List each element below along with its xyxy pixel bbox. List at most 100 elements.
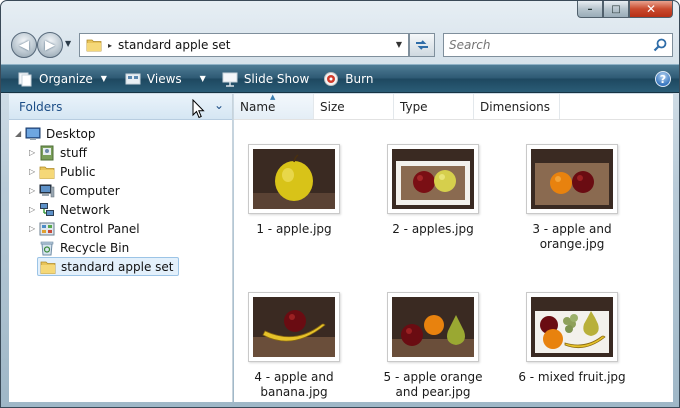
explorer-window: – □ ✕ ◀ ▶ ▼ ▸ standard apple set ▼ Searc…	[0, 0, 680, 408]
organize-dropdown-icon: ▼	[100, 74, 107, 83]
tree-item-label: Network	[60, 202, 111, 217]
forward-arrow-icon: ▶	[45, 37, 55, 53]
sort-ascending-icon: ▲	[270, 93, 276, 101]
network-icon	[40, 202, 54, 216]
burn-icon	[324, 71, 339, 86]
recent-pages-dropdown[interactable]: ▼	[65, 39, 75, 49]
help-icon: ?	[659, 72, 667, 86]
file-thumbnail[interactable]: 2 - apples.jpg	[373, 144, 493, 237]
folder-icon	[39, 166, 55, 179]
address-bar[interactable]: ▸ standard apple set ▼	[79, 33, 409, 57]
slide-show-label: Slide Show	[243, 71, 310, 86]
close-button[interactable]: ✕	[629, 1, 673, 18]
tree-item-label: Desktop	[46, 126, 96, 141]
expand-icon[interactable]: ▷	[29, 205, 39, 214]
help-button[interactable]: ?	[655, 71, 671, 87]
file-thumbnail[interactable]: 6 - mixed fruit.jpg	[512, 292, 632, 385]
computer-icon	[39, 184, 55, 197]
breadcrumb-separator-icon[interactable]: ▸	[108, 41, 112, 50]
expand-icon[interactable]: ▷	[29, 148, 39, 157]
file-name: 3 - apple and orange.jpg	[532, 222, 612, 251]
column-header-label: Size	[320, 99, 345, 114]
mouse-pointer-icon	[192, 99, 205, 119]
tree-item-label: Recycle Bin	[60, 240, 130, 255]
search-input[interactable]	[449, 38, 649, 52]
maximize-button[interactable]: □	[603, 1, 629, 18]
slideshow-icon	[222, 72, 238, 87]
photo-frame	[526, 144, 618, 214]
folder-icon	[86, 39, 102, 52]
tree-item-label: stuff	[60, 145, 87, 160]
organize-icon	[18, 72, 32, 86]
control-panel-icon	[39, 222, 55, 235]
refresh-icon	[416, 40, 428, 50]
search-icon[interactable]	[652, 37, 668, 53]
minimize-button[interactable]: –	[577, 1, 603, 18]
photo-frame	[526, 292, 618, 362]
tree-item-standard-apple-set[interactable]: standard apple set	[37, 257, 179, 276]
refresh-button[interactable]	[409, 33, 435, 57]
file-thumbnail[interactable]: 1 - apple.jpg	[234, 144, 354, 237]
expand-icon[interactable]: ▷	[29, 167, 39, 176]
photo-frame	[387, 144, 479, 214]
file-name: 2 - apples.jpg	[392, 222, 474, 236]
command-bar: Organize ▼ Views ▼ Slide Show Burn ?	[1, 64, 679, 93]
column-header-name[interactable]: ▲ Name	[234, 93, 314, 119]
breadcrumb-current[interactable]: standard apple set	[118, 38, 231, 52]
folder-icon	[40, 261, 56, 274]
slide-show-button[interactable]: Slide Show	[222, 65, 309, 92]
address-dropdown-icon[interactable]: ▼	[396, 40, 402, 49]
chevron-down-icon[interactable]: ⌄	[214, 98, 224, 112]
folders-title: Folders	[19, 99, 63, 114]
photo-apple-orange-pear	[392, 297, 474, 357]
column-headers: ▲ Name Size Type Dimensions	[234, 93, 673, 120]
tree-item-computer[interactable]: ▷ Computer	[29, 181, 120, 200]
expand-icon[interactable]: ▷	[29, 186, 39, 195]
burn-button[interactable]: Burn	[323, 65, 373, 92]
column-header-label: Dimensions	[480, 99, 551, 114]
photo-apples	[392, 149, 474, 209]
file-thumbnail[interactable]: 4 - apple and banana.jpg	[234, 292, 354, 400]
search-box[interactable]	[443, 33, 673, 57]
collapse-icon[interactable]: ◢	[15, 129, 25, 138]
expand-icon[interactable]: ▷	[29, 224, 39, 233]
photo-frame	[248, 144, 340, 214]
navigation-bar: ◀ ▶ ▼ ▸ standard apple set ▼	[9, 31, 673, 59]
tree-item-label: Public	[60, 164, 96, 179]
organize-button[interactable]: Organize ▼	[17, 65, 107, 92]
tree-item-label: Computer	[60, 183, 120, 198]
photo-apple	[253, 149, 335, 209]
tree-item-network[interactable]: ▷ Network	[29, 200, 110, 219]
burn-label: Burn	[345, 71, 374, 86]
views-label: Views	[146, 71, 182, 86]
file-name: 1 - apple.jpg	[256, 222, 332, 236]
tree-item-recycle-bin[interactable]: Recycle Bin	[29, 238, 129, 257]
recycle-bin-icon	[40, 241, 54, 255]
tree-item-label: standard apple set	[61, 259, 174, 274]
column-header-dimensions[interactable]: Dimensions	[474, 94, 560, 119]
folders-header[interactable]: Folders ⌄	[9, 94, 232, 120]
organize-label: Organize	[39, 71, 93, 86]
tree-item-desktop[interactable]: ◢ Desktop	[15, 124, 96, 143]
file-list-pane: ▲ Name Size Type Dimensions 1 - apple.jp…	[234, 93, 673, 402]
back-button[interactable]: ◀	[11, 32, 37, 58]
column-header-type[interactable]: Type	[394, 94, 474, 119]
back-arrow-icon: ◀	[19, 37, 29, 53]
tree-item-public[interactable]: ▷ Public	[29, 162, 96, 181]
forward-button[interactable]: ▶	[37, 32, 63, 58]
caption-buttons: – □ ✕	[577, 1, 673, 18]
file-thumbnail[interactable]: 5 - apple orange and pear.jpg	[373, 292, 493, 400]
column-header-size[interactable]: Size	[314, 94, 394, 119]
file-thumbnail[interactable]: 3 - apple and orange.jpg	[512, 144, 632, 252]
user-folder-icon	[40, 145, 54, 160]
views-dropdown-icon: ▼	[199, 74, 206, 83]
file-name: 6 - mixed fruit.jpg	[518, 370, 626, 384]
views-button[interactable]: Views ▼	[125, 65, 206, 92]
photo-apple-banana	[253, 297, 335, 357]
tree-item-label: Control Panel	[60, 221, 140, 236]
photo-frame	[248, 292, 340, 362]
tree-item-control-panel[interactable]: ▷ Control Panel	[29, 219, 140, 238]
tree-item-stuff[interactable]: ▷ stuff	[29, 143, 87, 162]
file-name: 4 - apple and banana.jpg	[254, 370, 334, 399]
desktop-icon	[25, 127, 41, 140]
